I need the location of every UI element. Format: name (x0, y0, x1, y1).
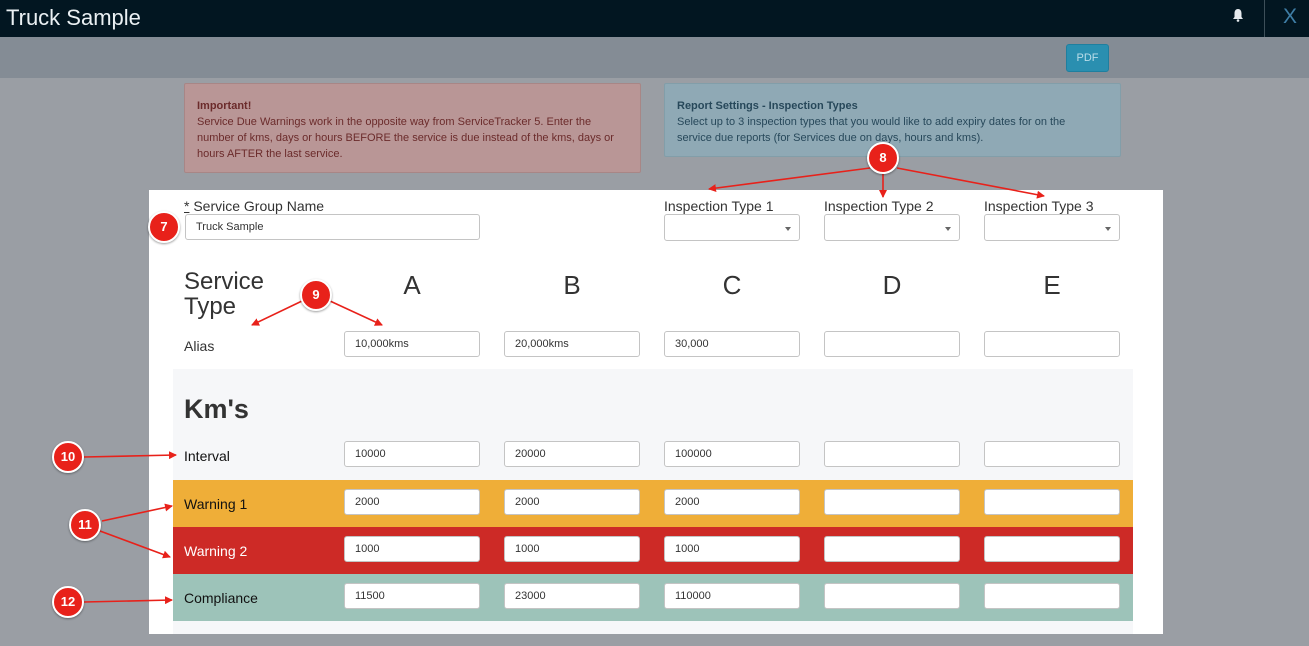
column-heading-e: E (1043, 270, 1061, 300)
column-heading-c: C (722, 270, 742, 300)
alias-input-c[interactable]: 30,000 (664, 331, 800, 357)
annotation-badge-11: 11 (69, 509, 101, 541)
next-section-edge (173, 621, 1133, 634)
interval-label: Interval (184, 448, 230, 464)
column-heading-a: A (403, 270, 421, 300)
service-type-heading-line: Type (184, 293, 237, 320)
inspection-type-3-label: Inspection Type 3 (984, 198, 1094, 214)
inspection-type-2-label: Inspection Type 2 (824, 198, 934, 214)
annotation-badge-9: 9 (300, 279, 332, 311)
warning-1-input-d[interactable] (824, 489, 960, 515)
bell-icon[interactable] (1232, 8, 1244, 22)
alias-label: Alias (184, 338, 215, 354)
compliance-label: Compliance (184, 590, 258, 606)
column-heading-b: B (563, 270, 581, 300)
important-alert-line: Service Due Warnings work in the opposit… (197, 116, 592, 128)
service-type-heading: Service Type (184, 269, 264, 319)
inspection-type-1-select[interactable] (664, 214, 800, 241)
service-group-name-label: * Service Group Name (184, 198, 324, 214)
warning-2-input-a[interactable]: 1000 (344, 536, 480, 562)
caret-down-icon (785, 227, 791, 231)
interval-input-c[interactable]: 100000 (664, 441, 800, 467)
interval-input-e[interactable] (984, 441, 1120, 467)
warning-1-input-a[interactable]: 2000 (344, 489, 480, 515)
interval-input-a[interactable]: 10000 (344, 441, 480, 467)
caret-down-icon (945, 227, 951, 231)
alias-input-a[interactable]: 10,000kms (344, 331, 480, 357)
warning-2-label: Warning 2 (184, 543, 248, 559)
warning-1-input-b[interactable]: 2000 (504, 489, 640, 515)
important-alert-line: hours AFTER the last service. (197, 148, 343, 160)
km-section-title: Km's (184, 394, 249, 424)
service-type-heading-line: Service (184, 268, 265, 295)
annotation-badge-7: 7 (148, 211, 180, 243)
compliance-input-a[interactable]: 11500 (344, 583, 480, 609)
annotation-badge-8: 8 (867, 142, 899, 174)
warning-2-input-b[interactable]: 1000 (504, 536, 640, 562)
compliance-input-b[interactable]: 23000 (504, 583, 640, 609)
interval-input-b[interactable]: 20000 (504, 441, 640, 467)
annotation-badge-12: 12 (52, 586, 84, 618)
warning-2-input-d[interactable] (824, 536, 960, 562)
inspection-type-1-label: Inspection Type 1 (664, 198, 774, 214)
warning-1-label: Warning 1 (184, 496, 248, 512)
column-heading-d: D (882, 270, 902, 300)
caret-down-icon (1105, 227, 1111, 231)
warning-2-input-c[interactable]: 1000 (664, 536, 800, 562)
report-settings-line: service due reports (for Services due on… (677, 132, 984, 144)
pdf-button[interactable]: PDF (1066, 44, 1109, 72)
compliance-input-c[interactable]: 110000 (664, 583, 800, 609)
window-title: Truck Sample (6, 5, 141, 30)
close-button[interactable]: X (1283, 5, 1297, 29)
important-alert: Important! Service Due Warnings work in … (184, 83, 641, 173)
title-bar: Truck Sample X (0, 0, 1309, 37)
warning-1-input-c[interactable]: 2000 (664, 489, 800, 515)
inspection-type-3-select[interactable] (984, 214, 1120, 241)
inspection-type-2-select[interactable] (824, 214, 960, 241)
warning-2-input-e[interactable] (984, 536, 1120, 562)
important-alert-line: number of kms, days or hours BEFORE the … (197, 132, 614, 144)
service-group-name-text: Service Group Name (189, 198, 325, 214)
alias-input-d[interactable] (824, 331, 960, 357)
interval-input-d[interactable] (824, 441, 960, 467)
report-settings-title: Report Settings - Inspection Types (677, 100, 858, 112)
compliance-input-d[interactable] (824, 583, 960, 609)
alias-input-e[interactable] (984, 331, 1120, 357)
title-separator (1264, 0, 1265, 37)
toolbar: PDF (0, 37, 1309, 78)
warning-1-input-e[interactable] (984, 489, 1120, 515)
service-group-name-input[interactable]: Truck Sample (185, 214, 480, 240)
compliance-input-e[interactable] (984, 583, 1120, 609)
important-alert-title: Important! (197, 100, 252, 112)
annotation-badge-10: 10 (52, 441, 84, 473)
alias-input-b[interactable]: 20,000kms (504, 331, 640, 357)
report-settings-line: Select up to 3 inspection types that you… (677, 116, 1066, 128)
